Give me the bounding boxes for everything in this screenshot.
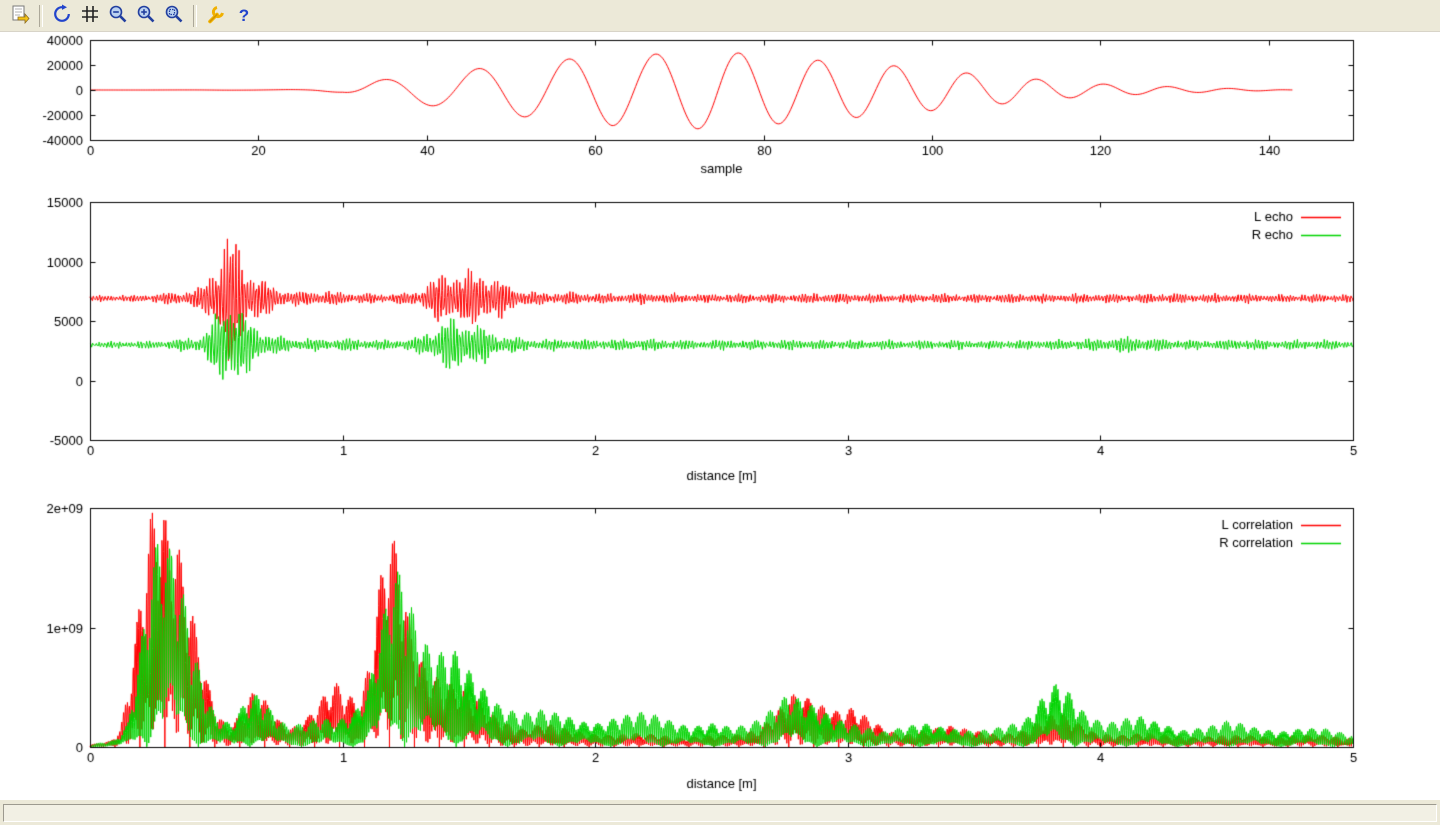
replot-icon (52, 4, 72, 27)
magnifier-minus-icon (108, 4, 128, 27)
gnuplot-window: ? (0, 0, 1440, 825)
status-field (3, 804, 1437, 822)
help-button[interactable]: ? (231, 3, 257, 29)
toolbar-separator (193, 5, 197, 27)
grid-toggle-button[interactable] (77, 3, 103, 29)
copy-to-clipboard-icon (10, 4, 30, 27)
correlation-chart-canvas[interactable] (0, 492, 1440, 800)
pulse-waveform-chart-canvas[interactable] (0, 32, 1440, 185)
autoscale-button[interactable] (161, 3, 187, 29)
copy-to-clipboard-button[interactable] (7, 3, 33, 29)
zoom-next-button[interactable] (133, 3, 159, 29)
grid-icon (80, 4, 100, 27)
status-bar (0, 800, 1440, 825)
wrench-icon (206, 4, 226, 27)
zoom-previous-button[interactable] (105, 3, 131, 29)
toolbar-separator (39, 5, 43, 27)
plot-area (0, 32, 1440, 800)
toolbar: ? (0, 0, 1440, 32)
help-icon: ? (239, 7, 249, 24)
echo-chart-canvas[interactable] (0, 185, 1440, 492)
magnifier-plus-icon (136, 4, 156, 27)
magnifier-autoscale-icon (164, 4, 184, 27)
replot-button[interactable] (49, 3, 75, 29)
config-button[interactable] (203, 3, 229, 29)
